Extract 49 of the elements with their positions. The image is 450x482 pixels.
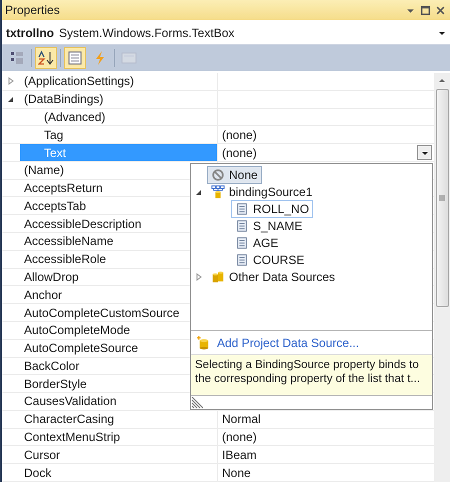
- window-title: Properties: [5, 3, 60, 17]
- scroll-thumb[interactable]: [436, 89, 448, 307]
- object-type: System.Windows.Forms.TextBox: [59, 26, 236, 40]
- sort-down-icon: [38, 50, 54, 66]
- resize-grip-icon[interactable]: [191, 397, 203, 409]
- expand-arrow-icon[interactable]: [7, 77, 15, 86]
- collapse-arrow-icon[interactable]: [195, 188, 203, 196]
- field-list-icon: [235, 202, 249, 216]
- tree-item[interactable]: AGE: [231, 234, 282, 252]
- tree-item[interactable]: ROLL_NO: [231, 200, 314, 218]
- field-list-icon: [235, 236, 249, 250]
- field-list-icon: [235, 218, 249, 232]
- property-pages-icon: [121, 50, 137, 66]
- property-name[interactable]: Dock: [20, 464, 218, 481]
- property-list-button[interactable]: [64, 47, 86, 69]
- binding-source-icon: [211, 184, 225, 198]
- database-add-icon: [196, 335, 211, 350]
- property-name[interactable]: (ApplicationSettings): [20, 73, 218, 90]
- property-name[interactable]: Tag: [20, 126, 218, 144]
- object-name: txtrollno: [6, 26, 54, 40]
- maximize-icon[interactable]: [420, 4, 431, 16]
- categorized-icon: [9, 50, 25, 66]
- property-value: (none): [222, 146, 257, 160]
- no-symbol-icon: [211, 168, 225, 182]
- property-name[interactable]: (Advanced): [20, 108, 218, 126]
- description-text: Selecting a BindingSource property binds to the corresponding property of the list that t...: [191, 354, 432, 396]
- database-icon: [211, 270, 225, 284]
- property-value: Normal: [222, 412, 261, 426]
- tree-item[interactable]: S_NAME: [231, 216, 306, 234]
- close-icon[interactable]: [435, 4, 446, 16]
- property-name[interactable]: ContextMenuStrip: [20, 428, 218, 446]
- dropdown-button[interactable]: [417, 145, 432, 160]
- property-name[interactable]: (DataBindings): [20, 90, 218, 108]
- property-value: (none): [222, 128, 257, 142]
- property-list-icon: [67, 50, 83, 66]
- tree-item[interactable]: COURSE: [231, 250, 308, 268]
- property-value: (none): [222, 430, 257, 444]
- property-name[interactable]: Cursor: [20, 446, 218, 464]
- sort-down-button[interactable]: [35, 47, 57, 69]
- property-value: None: [222, 466, 251, 480]
- field-list-icon: [235, 252, 249, 266]
- add-data-source-link[interactable]: Add Project Data Source...: [217, 336, 360, 350]
- tree-item[interactable]: None: [207, 166, 262, 184]
- property-value: IBeam: [222, 448, 257, 462]
- collapse-arrow-icon[interactable]: [7, 95, 15, 104]
- expand-arrow-icon[interactable]: [195, 272, 203, 280]
- grip-icon: [438, 194, 446, 202]
- caret-icon: [438, 29, 446, 37]
- scrollbar[interactable]: [434, 73, 450, 482]
